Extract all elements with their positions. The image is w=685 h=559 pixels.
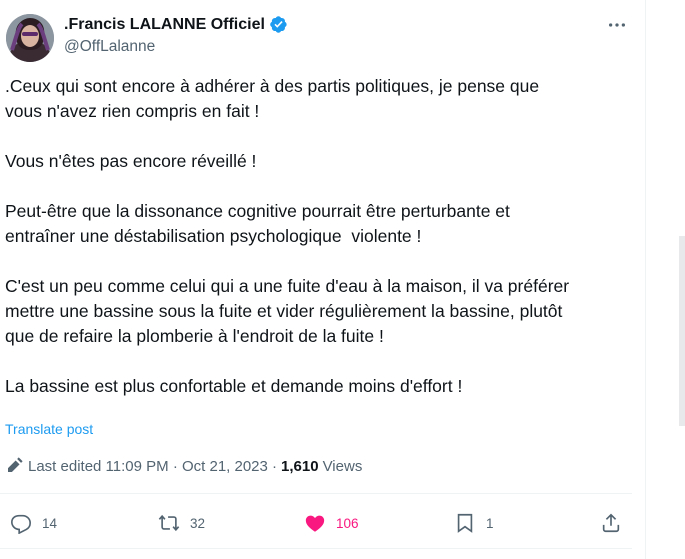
- column-divider: [645, 0, 646, 559]
- reply-icon: [11, 514, 31, 534]
- tweet-paragraph: .Ceux qui sont encore à adhérer à des pa…: [5, 76, 540, 121]
- author-name-row[interactable]: .Francis LALANNE Officiel: [64, 15, 288, 34]
- more-icon[interactable]: [606, 14, 628, 36]
- share-icon: [602, 513, 620, 533]
- last-edited-text[interactable]: Last edited 11:09 PM · Oct 21, 2023 ·: [28, 458, 277, 475]
- avatar[interactable]: [6, 14, 54, 62]
- tweet-meta: Last edited 11:09 PM · Oct 21, 2023 · 1,…: [5, 457, 362, 475]
- translate-post-link[interactable]: Translate post: [5, 421, 93, 437]
- reply-button[interactable]: 14: [10, 506, 57, 540]
- tweet: .Francis LALANNE Officiel @OffLalanne .C…: [0, 0, 645, 559]
- divider: [0, 548, 632, 549]
- tweet-paragraph: Vous n'êtes pas encore réveillé !: [5, 151, 257, 171]
- verified-badge-icon: [269, 15, 288, 34]
- tweet-paragraph: C'est un peu comme celui qui a une fuite…: [5, 276, 570, 346]
- tweet-text: .Ceux qui sont encore à adhérer à des pa…: [5, 74, 635, 399]
- views-count: 1,610: [281, 457, 319, 475]
- repost-icon: [158, 514, 180, 532]
- scrollbar[interactable]: [679, 236, 685, 426]
- like-button[interactable]: 106: [304, 506, 359, 540]
- like-count: 106: [336, 515, 359, 531]
- tweet-paragraph: La bassine est plus confortable et deman…: [5, 376, 463, 396]
- author-handle[interactable]: @OffLalanne: [64, 38, 155, 56]
- reply-count: 14: [42, 515, 58, 531]
- avatar-image: [6, 14, 54, 62]
- repost-button[interactable]: 32: [158, 506, 205, 540]
- bookmark-icon: [457, 513, 473, 533]
- bookmark-count: 1: [486, 515, 494, 531]
- share-button[interactable]: [600, 506, 622, 540]
- heart-icon: [305, 515, 325, 532]
- views-label: Views: [322, 457, 363, 475]
- tweet-paragraph: Peut-être que la dissonance cognitive po…: [5, 201, 510, 246]
- author-display-name[interactable]: .Francis LALANNE Officiel: [64, 16, 265, 34]
- divider: [0, 493, 632, 494]
- bookmark-button[interactable]: 1: [454, 506, 494, 540]
- repost-count: 32: [190, 515, 206, 531]
- action-bar: 14 32 106 1: [0, 506, 632, 540]
- pencil-icon: [5, 457, 23, 475]
